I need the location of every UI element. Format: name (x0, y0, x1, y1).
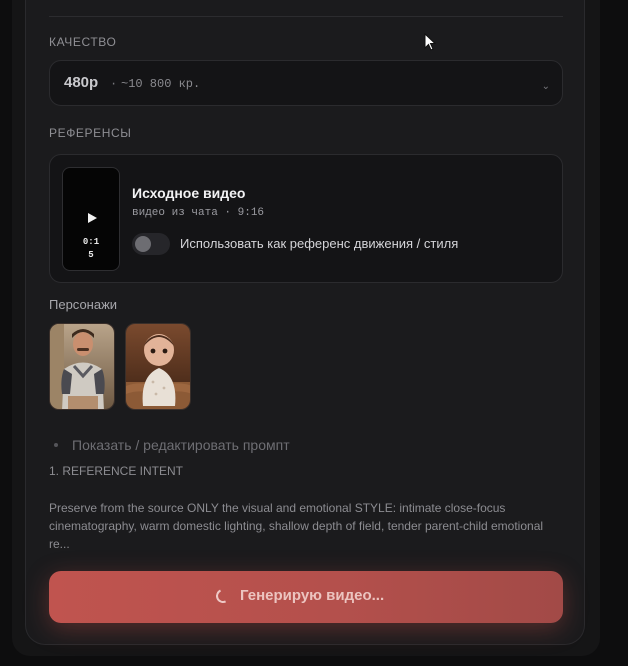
generation-panel: КАЧЕСТВО 480p · ~10 800 кр. ⌄ РЕФЕРЕНСЫ … (25, 0, 585, 645)
video-thumbnail[interactable]: 0:1 5 (62, 167, 120, 271)
references-label: РЕФЕРЕНСЫ (49, 126, 132, 140)
video-duration: 0:1 5 (82, 237, 100, 260)
top-divider (49, 16, 563, 17)
quality-credits: ~10 800 кр. (121, 77, 201, 91)
loading-spinner-icon (214, 587, 232, 605)
quality-label: КАЧЕСТВО (49, 35, 117, 49)
generate-button-label: Генерирую видео... (240, 587, 385, 604)
quality-value: 480p (64, 74, 99, 91)
quality-select[interactable]: 480p · ~10 800 кр. ⌄ (49, 60, 563, 106)
play-icon[interactable] (88, 213, 97, 223)
toggle-knob (135, 236, 151, 252)
character-avatar-man[interactable] (49, 323, 115, 410)
generate-video-button[interactable]: Генерирую видео... (49, 571, 563, 623)
characters-label: Персонажи (49, 297, 118, 312)
show-prompt-toggle[interactable]: Показать / редактировать промпт (49, 437, 290, 453)
mouse-cursor-icon (424, 32, 437, 56)
reference-video-card: 0:1 5 Исходное видео видео из чата · 9:16… (49, 154, 563, 283)
prompt-preview: Preserve from the source ONLY the visual… (49, 501, 544, 551)
quality-separator: · (110, 77, 118, 91)
show-prompt-label: Показать / редактировать промпт (72, 437, 290, 453)
chevron-down-icon: ⌄ (541, 81, 550, 92)
reference-video-title: Исходное видео (132, 185, 246, 201)
motion-reference-toggle[interactable] (132, 233, 170, 255)
reference-video-meta: видео из чата · 9:16 (132, 207, 265, 219)
prompt-heading: 1. REFERENCE INTENT (49, 464, 184, 478)
bullet-icon (54, 443, 58, 447)
motion-reference-toggle-label[interactable]: Использовать как референс движения / сти… (180, 236, 458, 251)
character-avatar-baby[interactable] (125, 323, 191, 410)
